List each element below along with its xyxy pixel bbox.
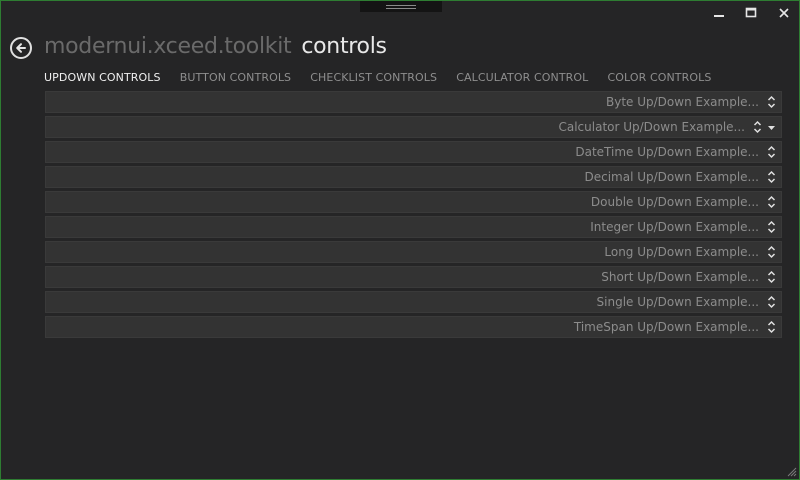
- timespan-updown[interactable]: TimeSpan Up/Down Example...: [45, 316, 782, 338]
- up-down-chevrons-icon[interactable]: [767, 245, 776, 259]
- minimize-button[interactable]: [709, 7, 729, 23]
- window-drag-handle[interactable]: [360, 1, 442, 12]
- updown-placeholder: DateTime Up/Down Example...: [575, 145, 759, 159]
- app-title: modernui.xceed.toolkit: [44, 34, 292, 59]
- minimize-icon: [714, 15, 724, 17]
- updown-placeholder: Double Up/Down Example...: [590, 195, 759, 209]
- updown-placeholder: Integer Up/Down Example...: [590, 220, 759, 234]
- tab-button-controls[interactable]: BUTTON CONTROLS: [180, 71, 291, 84]
- close-icon: [779, 8, 789, 18]
- tab-strip: UPDOWN CONTROLS BUTTON CONTROLS CHECKLIS…: [44, 66, 725, 84]
- tab-color-controls[interactable]: COLOR CONTROLS: [607, 71, 711, 84]
- up-down-chevrons-icon[interactable]: [767, 170, 776, 184]
- datetime-updown[interactable]: DateTime Up/Down Example...: [45, 141, 782, 163]
- back-button[interactable]: [10, 37, 32, 59]
- double-updown[interactable]: Double Up/Down Example...: [45, 191, 782, 213]
- up-down-chevrons-icon[interactable]: [767, 270, 776, 284]
- up-down-chevrons-icon[interactable]: [767, 295, 776, 309]
- maximize-button[interactable]: [741, 7, 761, 23]
- close-button[interactable]: [774, 7, 794, 23]
- updown-list: Byte Up/Down Example... Calculator Up/Do…: [45, 91, 782, 341]
- updown-placeholder: TimeSpan Up/Down Example...: [573, 320, 759, 334]
- updown-placeholder: Calculator Up/Down Example...: [558, 120, 745, 134]
- updown-placeholder: Byte Up/Down Example...: [606, 95, 759, 109]
- up-down-chevrons-icon[interactable]: [753, 120, 762, 134]
- page-header: modernui.xceed.toolkit controls: [44, 34, 387, 62]
- resize-grip-icon[interactable]: [787, 467, 797, 477]
- single-updown[interactable]: Single Up/Down Example...: [45, 291, 782, 313]
- byte-updown[interactable]: Byte Up/Down Example...: [45, 91, 782, 113]
- tab-calculator-control[interactable]: CALCULATOR CONTROL: [456, 71, 588, 84]
- calculator-updown[interactable]: Calculator Up/Down Example...: [45, 116, 782, 138]
- integer-updown[interactable]: Integer Up/Down Example...: [45, 216, 782, 238]
- updown-placeholder: Decimal Up/Down Example...: [584, 170, 759, 184]
- up-down-chevrons-icon[interactable]: [767, 145, 776, 159]
- page-title: controls: [301, 34, 387, 59]
- up-down-chevrons-icon[interactable]: [767, 220, 776, 234]
- updown-placeholder: Long Up/Down Example...: [604, 245, 759, 259]
- grip-line: [386, 5, 416, 6]
- maximize-icon: [745, 7, 757, 18]
- up-down-chevrons-icon[interactable]: [767, 320, 776, 334]
- grip-line: [386, 8, 416, 9]
- app-window: modernui.xceed.toolkit controls UPDOWN CO…: [0, 0, 800, 480]
- updown-placeholder: Single Up/Down Example...: [596, 295, 759, 309]
- updown-placeholder: Short Up/Down Example...: [601, 270, 759, 284]
- tab-checklist-controls[interactable]: CHECKLIST CONTROLS: [310, 71, 437, 84]
- chevron-down-icon[interactable]: [767, 125, 776, 131]
- tab-updown-controls[interactable]: UPDOWN CONTROLS: [44, 71, 161, 84]
- decimal-updown[interactable]: Decimal Up/Down Example...: [45, 166, 782, 188]
- up-down-chevrons-icon[interactable]: [767, 95, 776, 109]
- arrow-left-icon: [16, 43, 26, 53]
- short-updown[interactable]: Short Up/Down Example...: [45, 266, 782, 288]
- up-down-chevrons-icon[interactable]: [767, 195, 776, 209]
- long-updown[interactable]: Long Up/Down Example...: [45, 241, 782, 263]
